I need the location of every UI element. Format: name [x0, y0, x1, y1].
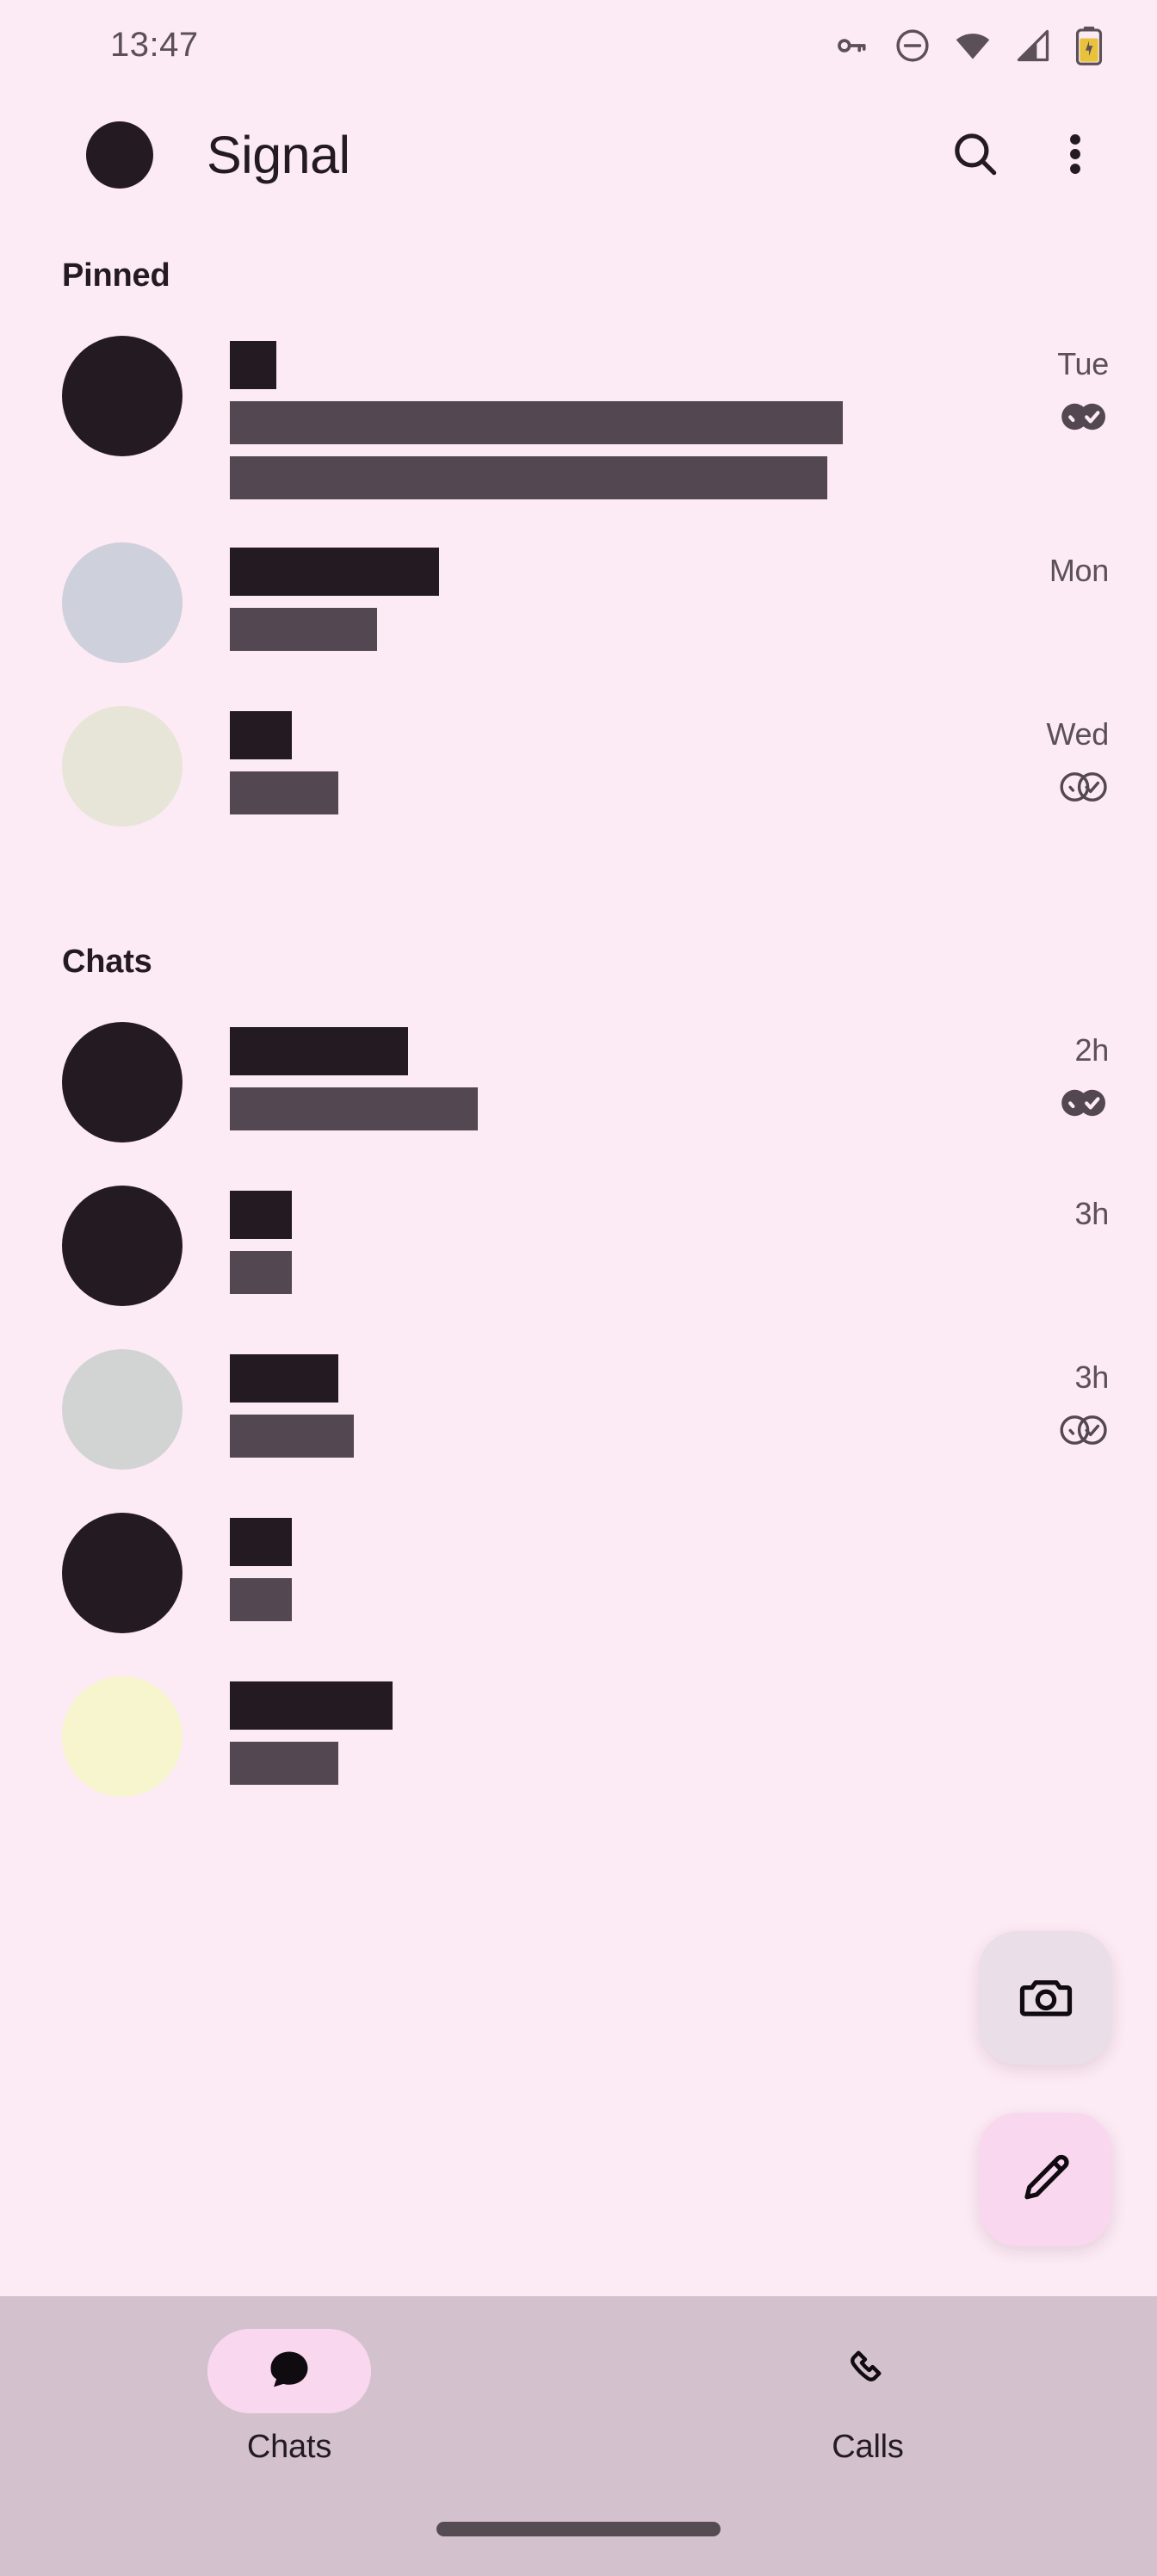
redacted-contact-name — [230, 1681, 393, 1730]
compose-fab[interactable] — [979, 2113, 1112, 2246]
conversation-meta: 3h — [1005, 1347, 1109, 1449]
redacted-message-preview — [230, 401, 843, 444]
camera-fab[interactable] — [979, 1931, 1112, 2065]
status-bar: 13:47 — [0, 0, 1157, 90]
message-read-icon — [1059, 398, 1109, 436]
gesture-handle — [436, 2522, 721, 2536]
redacted-message-preview — [230, 456, 827, 499]
chats-tab-pill — [207, 2329, 371, 2413]
redacted-message-preview — [230, 608, 378, 651]
conversation-meta: 3h — [1005, 1184, 1110, 1232]
conversation-row[interactable]: Mon — [0, 520, 1157, 684]
conversation-preview — [230, 1347, 1005, 1458]
search-icon — [949, 127, 1002, 183]
redacted-contact-name — [230, 1354, 339, 1403]
calls-tab-label: Calls — [832, 2429, 904, 2465]
more-vertical-icon — [1054, 127, 1097, 183]
conversation-preview — [230, 704, 1005, 814]
calls-tab-pill — [786, 2329, 950, 2413]
avatar[interactable] — [62, 1186, 183, 1306]
message-delivered-icon — [1059, 1411, 1109, 1449]
bottom-navigation: Chats Calls — [0, 2296, 1157, 2576]
avatar[interactable] — [62, 542, 183, 663]
avatar[interactable] — [62, 336, 183, 456]
fab-stack — [979, 1931, 1112, 2246]
timestamp: Mon — [1049, 553, 1109, 588]
pencil-icon — [1018, 2150, 1074, 2209]
profile-avatar[interactable] — [86, 121, 153, 189]
status-clock: 13:47 — [110, 26, 199, 64]
timestamp: Tue — [1057, 346, 1109, 381]
timestamp: Wed — [1046, 716, 1110, 752]
redacted-message-preview — [230, 1251, 293, 1294]
conversation-preview — [230, 541, 1005, 651]
timestamp: 3h — [1074, 1196, 1110, 1231]
status-icon-group — [833, 26, 1104, 65]
redacted-message-preview — [230, 771, 339, 814]
redacted-message-preview — [230, 1578, 293, 1621]
chat-bubble-icon — [265, 2346, 313, 2397]
redacted-contact-name — [230, 1027, 409, 1075]
chats-row-group: 2h 3h 3h — [0, 1000, 1157, 1817]
conversation-row[interactable] — [0, 1490, 1157, 1654]
phone-icon — [844, 2346, 892, 2397]
timestamp: 3h — [1074, 1359, 1110, 1395]
avatar[interactable] — [62, 1022, 183, 1142]
chats-tab-label: Chats — [246, 2429, 332, 2465]
tab-chats[interactable]: Chats — [0, 2329, 578, 2466]
conversation-preview — [230, 1184, 1005, 1294]
conversation-preview — [230, 1511, 1005, 1621]
pinned-row-group: Tue Mon Wed — [0, 313, 1157, 847]
conversation-row[interactable]: 3h — [0, 1327, 1157, 1490]
search-button[interactable] — [942, 121, 1009, 189]
avatar[interactable] — [62, 706, 183, 827]
redacted-message-preview — [230, 1415, 355, 1458]
redacted-contact-name — [230, 548, 440, 596]
tab-calls[interactable]: Calls — [578, 2329, 1157, 2466]
conversation-preview — [230, 1020, 1005, 1130]
conversation-preview — [230, 334, 1005, 499]
redacted-message-preview — [230, 1087, 479, 1130]
vpn-key-icon — [833, 27, 871, 65]
conversation-meta: Mon — [1005, 541, 1109, 589]
overflow-menu-button[interactable] — [1042, 121, 1109, 189]
avatar[interactable] — [62, 1676, 183, 1797]
battery-charging-icon — [1074, 26, 1104, 65]
avatar[interactable] — [62, 1513, 183, 1633]
cellular-signal-icon — [1014, 27, 1052, 65]
redacted-contact-name — [230, 1518, 293, 1566]
do-not-disturb-icon — [894, 27, 931, 65]
message-read-icon — [1059, 1084, 1109, 1122]
conversation-meta — [1005, 1675, 1109, 1687]
redacted-contact-name — [230, 1191, 293, 1239]
conversation-meta — [1005, 1511, 1109, 1523]
avatar[interactable] — [62, 1349, 183, 1470]
redacted-contact-name — [230, 711, 293, 759]
conversation-row[interactable] — [0, 1654, 1157, 1817]
conversation-preview — [230, 1675, 1005, 1785]
conversation-row[interactable]: 3h — [0, 1163, 1157, 1327]
conversation-meta: Tue — [1005, 334, 1109, 436]
wifi-icon — [954, 27, 992, 65]
timestamp: 2h — [1074, 1032, 1110, 1068]
conversation-meta: Wed — [1005, 704, 1109, 806]
page-title: Signal — [207, 126, 350, 184]
conversation-row[interactable]: Tue — [0, 313, 1157, 520]
redacted-message-preview — [230, 1742, 339, 1785]
section-header-chats: Chats — [62, 944, 152, 980]
app-bar-actions — [942, 121, 1109, 189]
camera-icon — [1018, 1968, 1074, 2028]
app-bar: Signal — [0, 90, 1157, 220]
conversation-row[interactable]: 2h — [0, 1000, 1157, 1163]
redacted-contact-name — [230, 341, 277, 389]
message-delivered-icon — [1059, 768, 1109, 806]
conversation-meta: 2h — [1005, 1020, 1109, 1122]
conversation-row[interactable]: Wed — [0, 684, 1157, 847]
section-header-pinned: Pinned — [62, 257, 170, 294]
